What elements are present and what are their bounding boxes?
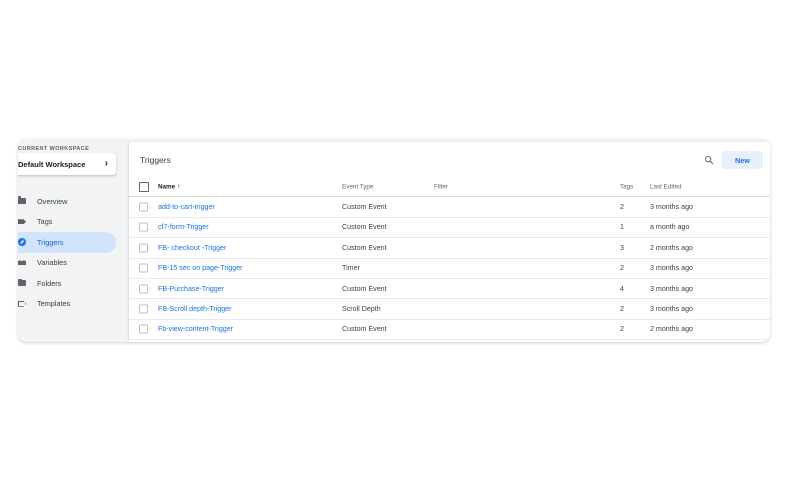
row-checkbox[interactable] (139, 284, 148, 294)
column-header-event-type[interactable]: Event Type (342, 183, 373, 190)
trigger-name: FB-Scroll depth-Trigger (158, 305, 231, 313)
last-edited: 2 months ago (650, 325, 693, 334)
last-edited: a month ago (650, 223, 690, 232)
trigger-name: Fb-view-content-Trigger (158, 325, 233, 333)
sidebar-item-tags[interactable]: Tags (18, 212, 128, 233)
column-header-name[interactable]: Name ↑ (158, 183, 181, 190)
last-edited: 3 months ago (650, 203, 693, 212)
new-button[interactable]: New (722, 151, 763, 169)
event-type: Custom Event (342, 243, 387, 252)
last-edited: 3 months ago (650, 264, 693, 273)
sidebar-item-label: Folders (37, 278, 62, 288)
variables-icon (18, 259, 26, 267)
sidebar-nav: Overview Tags Triggers Variables Folders… (18, 191, 128, 314)
sidebar-item-triggers[interactable]: Triggers (18, 232, 116, 253)
event-type: Custom Event (342, 223, 387, 232)
sort-ascending-icon: ↑ (177, 183, 181, 191)
sidebar-item-templates[interactable]: Templates (18, 294, 128, 315)
event-type: Scroll Depth (342, 305, 381, 314)
column-header-tags[interactable]: Tags (620, 183, 633, 190)
gtm-app-frame: CURRENT WORKSPACE Default Workspace › Ov… (18, 139, 770, 342)
triggers-card: Triggers New Name ↑ Event Type Filter Tag… (129, 142, 770, 342)
table-row: Fb-view-content-Trigger Custom Event 2 2… (129, 320, 770, 341)
trigger-name-link[interactable]: FB-Scroll depth-Trigger (158, 305, 231, 313)
row-checkbox[interactable] (139, 263, 148, 273)
folder-icon (18, 278, 26, 287)
trigger-name-link[interactable]: cf7-form-Trigger (158, 223, 209, 231)
row-checkbox[interactable] (139, 324, 148, 334)
sidebar-item-label: Overview (37, 196, 68, 206)
tag-count: 4 (620, 284, 624, 293)
workspace-selector[interactable]: Default Workspace › (18, 153, 116, 175)
sidebar-item-label: Templates (37, 299, 71, 309)
event-type: Custom Event (342, 284, 387, 293)
tag-count: 1 (620, 223, 624, 232)
sidebar-item-variables[interactable]: Variables (18, 253, 128, 274)
tag-count: 2 (620, 264, 624, 273)
row-checkbox[interactable] (139, 304, 148, 314)
table-header: Name ↑ Event Type Filter Tags Last Edited (129, 177, 770, 198)
tag-icon (18, 218, 26, 226)
row-checkbox[interactable] (139, 222, 148, 232)
sidebar-item-label: Variables (37, 258, 67, 268)
trigger-name-link[interactable]: FB-15 sec on page-Trigger (158, 264, 243, 272)
trigger-name-link[interactable]: FB-Purchase-Trigger (158, 285, 224, 293)
table-row: FB-Purchase-Trigger Custom Event 4 3 mon… (129, 279, 770, 300)
last-edited: 3 months ago (650, 305, 693, 314)
column-header-name-label: Name (158, 183, 176, 191)
event-type: Timer (342, 264, 360, 273)
trigger-name: add-to-cart-trigger (158, 203, 215, 211)
event-type: Custom Event (342, 203, 387, 212)
table-row: FB- checkout -Trigger Custom Event 3 2 m… (129, 238, 770, 259)
column-header-last-edited[interactable]: Last Edited (650, 183, 682, 190)
tag-count: 3 (620, 243, 624, 252)
select-all-checkbox[interactable] (139, 181, 149, 192)
trigger-name: FB-15 sec on page-Trigger (158, 264, 243, 272)
row-checkbox[interactable] (139, 202, 148, 212)
sidebar: CURRENT WORKSPACE Default Workspace › Ov… (18, 139, 128, 342)
sidebar-item-label: Tags (37, 217, 53, 227)
overview-icon (18, 196, 26, 205)
sidebar-item-overview[interactable]: Overview (18, 191, 128, 212)
trigger-name: FB-Purchase-Trigger (158, 285, 224, 293)
search-icon[interactable] (704, 155, 714, 165)
sidebar-item-label: Triggers (37, 237, 64, 247)
trigger-name: cf7-form-Trigger (158, 223, 209, 231)
sidebar-item-folders[interactable]: Folders (18, 273, 128, 294)
triggers-table: Name ↑ Event Type Filter Tags Last Edited… (129, 177, 770, 341)
table-row: cf7-form-Trigger Custom Event 1 a month … (129, 218, 770, 239)
trigger-name-link[interactable]: FB- checkout -Trigger (158, 244, 226, 252)
last-edited: 2 months ago (650, 243, 693, 252)
table-row: FB-Scroll depth-Trigger Scroll Depth 2 3… (129, 299, 770, 320)
row-checkbox[interactable] (139, 243, 148, 253)
page-title: Triggers (140, 155, 171, 165)
last-edited: 3 months ago (650, 284, 693, 293)
workspace-label: CURRENT WORKSPACE (18, 146, 90, 152)
trigger-icon (18, 238, 26, 247)
trigger-name-link[interactable]: add-to-cart-trigger (158, 203, 215, 211)
tag-count: 2 (620, 203, 624, 212)
template-icon (18, 300, 26, 308)
table-row: add-to-cart-trigger Custom Event 2 3 mon… (129, 197, 770, 218)
tag-count: 2 (620, 325, 624, 334)
trigger-name: FB- checkout -Trigger (158, 244, 226, 252)
event-type: Custom Event (342, 325, 387, 334)
table-row: FB-15 sec on page-Trigger Timer 2 3 mont… (129, 259, 770, 279)
workspace-name: Default Workspace (18, 159, 86, 169)
column-header-filter[interactable]: Filter (434, 183, 448, 190)
chevron-right-icon: › (104, 158, 108, 169)
tag-count: 2 (620, 305, 624, 314)
trigger-name-link[interactable]: Fb-view-content-Trigger (158, 325, 233, 333)
